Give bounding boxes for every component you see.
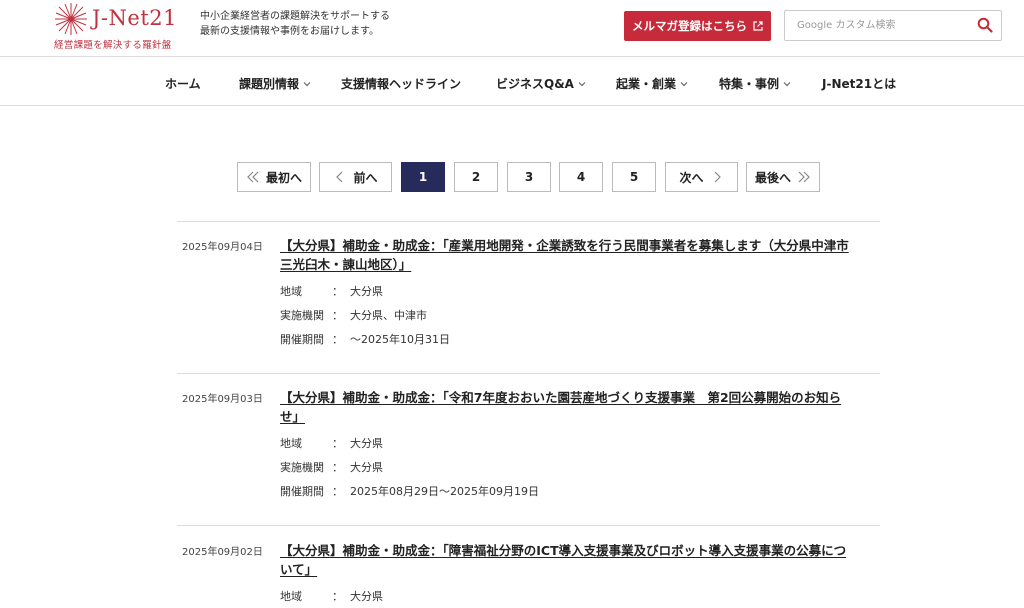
meta-value: 〜2025年10月31日 bbox=[350, 333, 450, 346]
nav-item-label: J-Net21とは bbox=[822, 77, 897, 91]
entry-title-link[interactable]: 【大分県】補助金・助成金：「産業用地開発・企業誘致を行う民間事業者を募集します（… bbox=[280, 236, 855, 274]
meta-key: 開催期間 bbox=[280, 485, 324, 498]
meta-key: 地域 bbox=[280, 437, 302, 450]
pagination-page-1[interactable]: 1 bbox=[401, 162, 445, 192]
pagination-prev-label: 前へ bbox=[353, 170, 378, 185]
meta-sep: ： bbox=[332, 461, 343, 474]
meta-key: 地域 bbox=[280, 285, 302, 298]
page-number: 2 bbox=[471, 170, 481, 184]
entry-title-link[interactable]: 【大分県】補助金・助成金：「障害福祉分野のICT導入支援事業及びロボット導入支援… bbox=[280, 541, 855, 579]
logo-tagline: 経営課題を解決する羅針盤 bbox=[54, 40, 172, 51]
chevron-down-icon bbox=[578, 81, 586, 86]
pagination-first-label: 最初へ bbox=[265, 170, 302, 185]
entry-date: 2025年09月03日 bbox=[182, 394, 263, 405]
entry-title-link[interactable]: 【大分県】補助金・助成金：「令和7年度おおいた園芸産地づくり支援事業 第2回公募… bbox=[280, 388, 855, 426]
site-tagline: 中小企業経営者の課題解決をサポートする 最新の支援情報や事例をお届けします。 bbox=[200, 9, 430, 39]
entry-organization: 実施機関 ： 大分県 bbox=[280, 459, 383, 475]
meta-sep: ： bbox=[332, 333, 343, 346]
nav-item-label: 特集・事例 bbox=[719, 77, 780, 91]
logo-text: J-Net21 bbox=[92, 6, 177, 30]
meta-sep: ： bbox=[332, 309, 343, 322]
nav-item-label: 起業・創業 bbox=[616, 77, 677, 91]
nav-item-label: 課題別情報 bbox=[239, 77, 300, 91]
pagination-last-label: 最後へ bbox=[754, 170, 791, 185]
meta-value: 大分県 bbox=[350, 590, 383, 603]
pagination-first-button[interactable]: 最初へ bbox=[237, 162, 311, 192]
pagination-prev-button[interactable]: 前へ bbox=[319, 162, 392, 192]
site-logo[interactable]: J-Net21 経営課題を解決する羅針盤 bbox=[54, 2, 184, 51]
meta-value: 大分県 bbox=[350, 437, 383, 450]
entry-period: 開催期間 ： 〜2025年10月31日 bbox=[280, 331, 450, 347]
search-input[interactable] bbox=[785, 11, 970, 40]
main-nav: ホーム 課題別情報 支援情報ヘッドライン ビジネスQ&A 起業・創業 特集・事例… bbox=[0, 58, 1024, 106]
nav-item-about[interactable]: J-Net21とは bbox=[822, 75, 896, 92]
chevron-down-icon bbox=[303, 81, 311, 86]
site-header: J-Net21 経営課題を解決する羅針盤 中小企業経営者の課題解決をサポートする… bbox=[0, 0, 1024, 57]
tagline-line-1: 中小企業経営者の課題解決をサポートする bbox=[200, 11, 390, 22]
nav-item-topics[interactable]: 課題別情報 bbox=[239, 75, 311, 92]
pagination-page-5[interactable]: 5 bbox=[612, 162, 656, 192]
entry-date: 2025年09月04日 bbox=[182, 242, 263, 253]
chevron-right-icon bbox=[714, 171, 721, 183]
nav-item-label: 支援情報ヘッドライン bbox=[341, 77, 462, 91]
meta-key: 実施機関 bbox=[280, 309, 324, 322]
nav-item-startup[interactable]: 起業・創業 bbox=[616, 75, 688, 92]
meta-sep: ： bbox=[332, 590, 343, 603]
meta-value: 大分県 bbox=[350, 461, 383, 474]
external-link-icon bbox=[753, 21, 763, 31]
pagination-page-3[interactable]: 3 bbox=[507, 162, 551, 192]
pagination-page-2[interactable]: 2 bbox=[454, 162, 498, 192]
meta-key: 実施機関 bbox=[280, 461, 324, 474]
pagination-next-button[interactable]: 次へ bbox=[665, 162, 738, 192]
pagination-last-button[interactable]: 最後へ bbox=[746, 162, 820, 192]
page-number: 3 bbox=[524, 170, 534, 184]
nav-item-features[interactable]: 特集・事例 bbox=[719, 75, 791, 92]
nav-item-label: ホーム bbox=[165, 77, 201, 91]
entry-period: 開催期間 ： 2025年08月29日〜2025年09月19日 bbox=[280, 483, 539, 499]
nav-item-label: ビジネスQ&A bbox=[496, 77, 574, 91]
pagination-page-4[interactable]: 4 bbox=[559, 162, 603, 192]
pagination-next-label: 次へ bbox=[679, 170, 704, 185]
site-search bbox=[784, 10, 1002, 41]
entry-organization: 実施機関 ： 大分県、中津市 bbox=[280, 307, 427, 323]
double-chevron-left-icon bbox=[247, 171, 259, 183]
compass-star-icon bbox=[55, 3, 87, 35]
newsletter-signup-button[interactable]: メルマガ登録はこちら bbox=[624, 11, 771, 41]
meta-sep: ： bbox=[332, 285, 343, 298]
meta-sep: ： bbox=[332, 437, 343, 450]
page-number: 5 bbox=[629, 170, 639, 184]
chevron-down-icon bbox=[783, 81, 791, 86]
meta-key: 開催期間 bbox=[280, 333, 324, 346]
nav-item-business-qa[interactable]: ビジネスQ&A bbox=[496, 75, 586, 92]
tagline-line-2: 最新の支援情報や事例をお届けします。 bbox=[200, 26, 379, 37]
chevron-left-icon bbox=[336, 171, 343, 183]
chevron-down-icon bbox=[680, 81, 688, 86]
nav-item-home[interactable]: ホーム bbox=[165, 75, 201, 92]
divider bbox=[177, 373, 880, 374]
search-icon[interactable] bbox=[977, 17, 993, 33]
divider bbox=[177, 221, 880, 222]
meta-key: 地域 bbox=[280, 590, 302, 603]
entry-region: 地域 ： 大分県 bbox=[280, 588, 383, 604]
entry-region: 地域 ： 大分県 bbox=[280, 283, 383, 299]
meta-value: 2025年08月29日〜2025年09月19日 bbox=[350, 485, 539, 498]
divider bbox=[177, 525, 880, 526]
page-number: 1 bbox=[418, 170, 428, 184]
meta-value: 大分県 bbox=[350, 285, 383, 298]
meta-sep: ： bbox=[332, 485, 343, 498]
double-chevron-right-icon bbox=[798, 171, 810, 183]
newsletter-button-label: メルマガ登録はこちら bbox=[632, 19, 747, 33]
entry-date: 2025年09月02日 bbox=[182, 547, 263, 558]
meta-value: 大分県、中津市 bbox=[350, 309, 427, 322]
nav-item-headlines[interactable]: 支援情報ヘッドライン bbox=[341, 75, 461, 92]
pagination: 最初へ 前へ 1 2 3 4 5 次へ 最後へ bbox=[0, 162, 1024, 192]
entry-region: 地域 ： 大分県 bbox=[280, 435, 383, 451]
page-number: 4 bbox=[576, 170, 586, 184]
